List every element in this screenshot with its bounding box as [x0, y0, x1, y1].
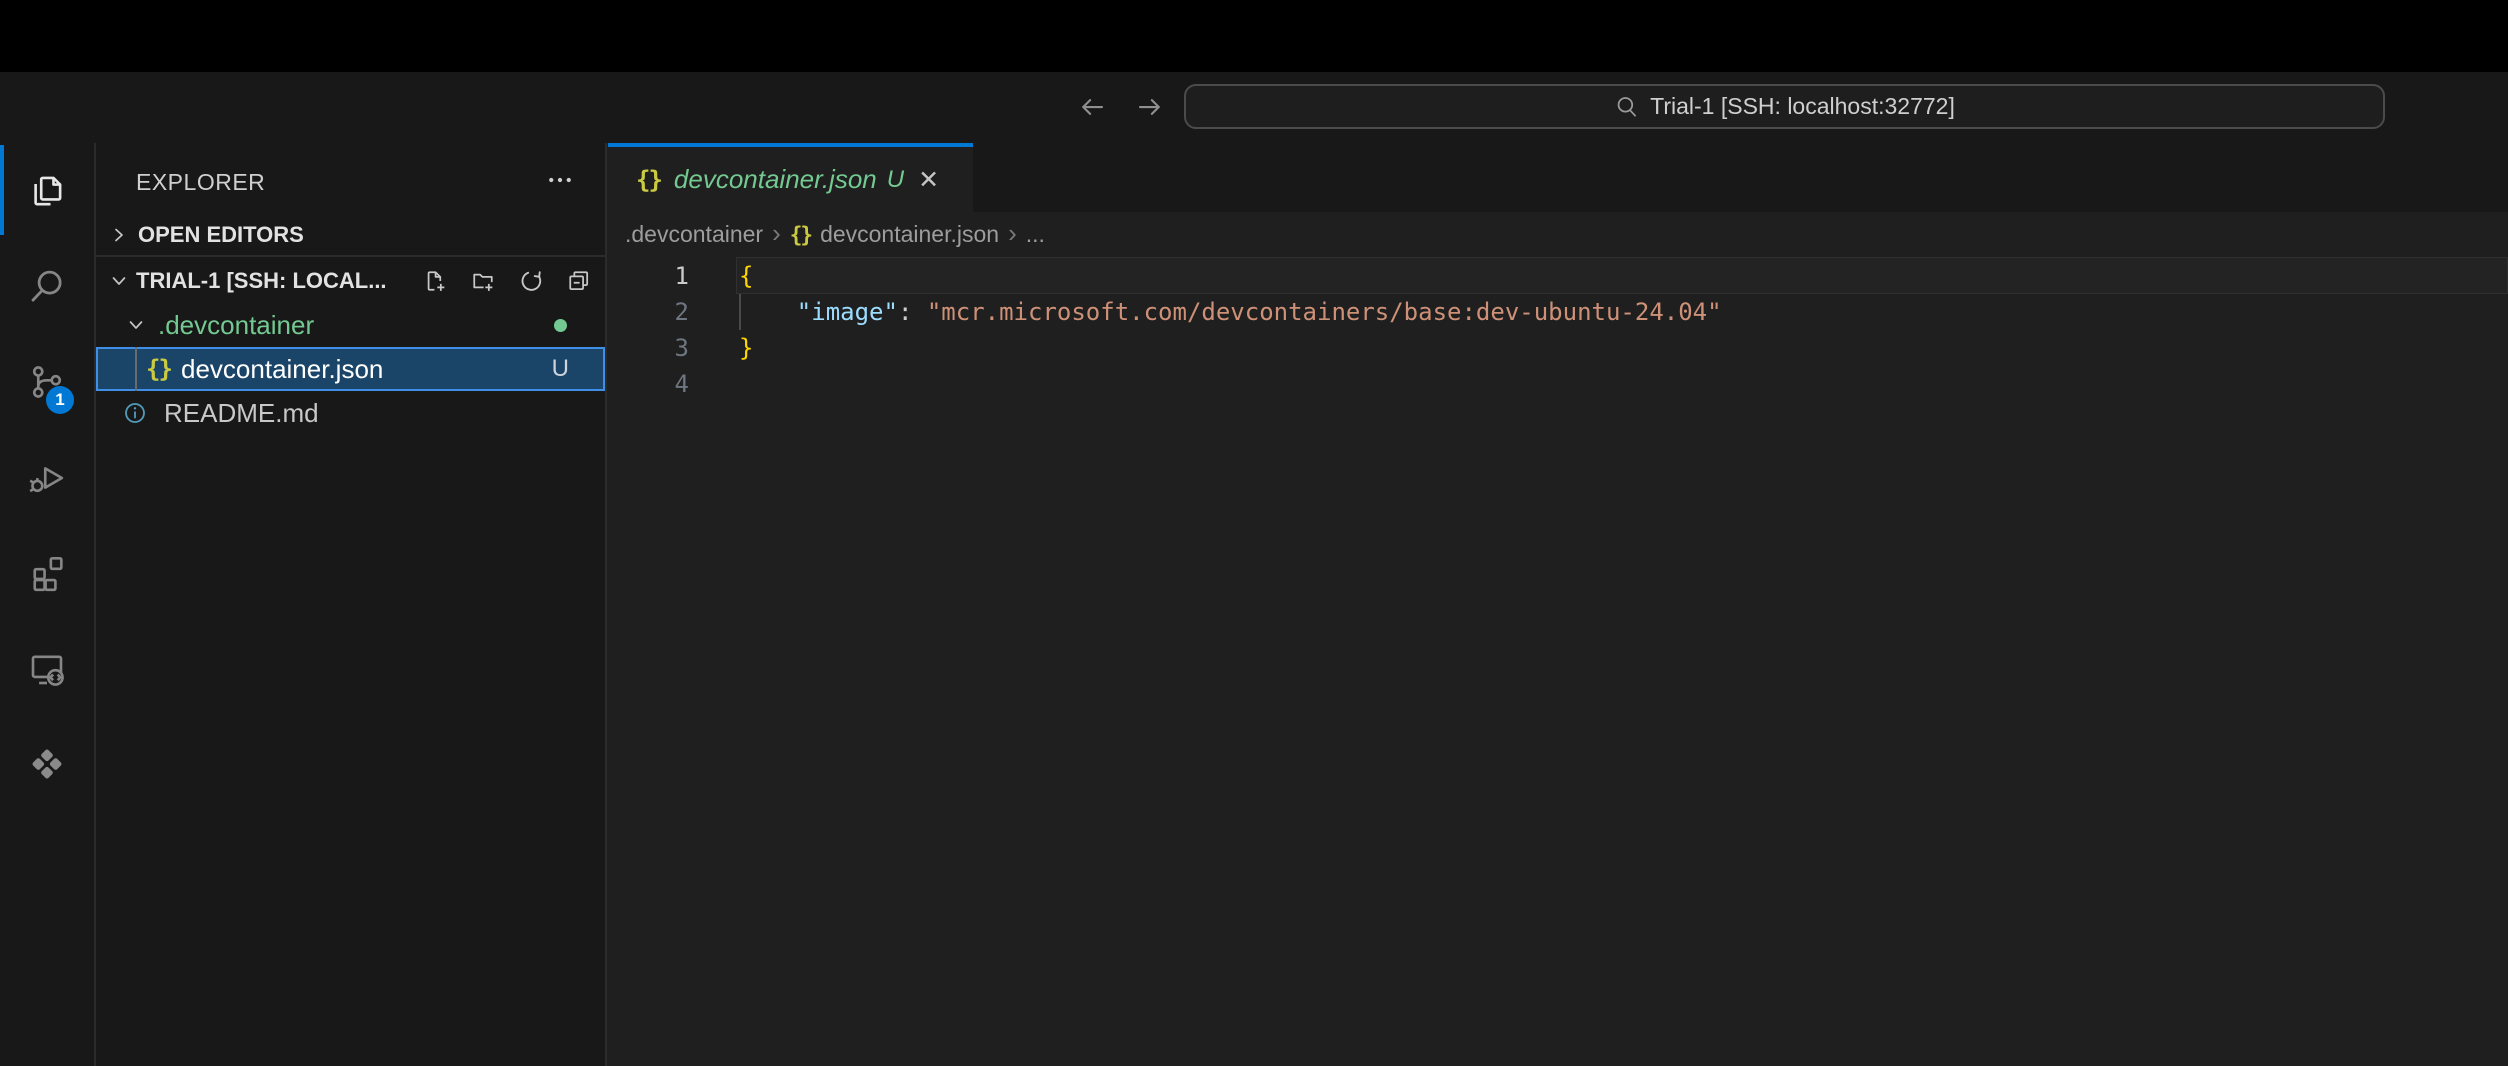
- git-modified-dot: [554, 319, 567, 332]
- chevron-separator: ›: [772, 220, 781, 250]
- file-name: README.md: [164, 398, 319, 429]
- tab-devcontainer-json[interactable]: {} devcontainer.json U ✕: [608, 143, 973, 212]
- folder-name: .devcontainer: [158, 310, 314, 341]
- line-number-4[interactable]: 4: [608, 366, 689, 402]
- json-file-icon: {}: [146, 355, 171, 383]
- explorer-actions: [421, 267, 593, 295]
- tab-bar: {} devcontainer.json U ✕: [608, 143, 2508, 212]
- source-control-icon[interactable]: [0, 336, 94, 428]
- top-black-strip: [0, 0, 2508, 72]
- navigate-back-icon[interactable]: [1077, 92, 1107, 122]
- code-line-1[interactable]: {: [739, 258, 753, 294]
- explorer-icon[interactable]: [0, 145, 94, 237]
- close-icon[interactable]: ✕: [918, 165, 939, 195]
- vscode-window: Trial-1 [SSH: localhost:32772] 1: [0, 0, 2508, 1066]
- chevron-down-icon: [109, 271, 129, 291]
- activity-bar: 1: [0, 143, 96, 1066]
- tree-indent-guide: [135, 347, 137, 391]
- tab-label: devcontainer.json: [674, 164, 877, 195]
- git-untracked-badge: U: [552, 355, 569, 383]
- sidebar-title: EXPLORER: [136, 169, 265, 196]
- collapse-all-icon[interactable]: [565, 267, 593, 295]
- open-editors-section[interactable]: OPEN EDITORS: [96, 215, 605, 257]
- extensions-icon[interactable]: [0, 527, 94, 619]
- tree-item-devcontainer-folder[interactable]: .devcontainer: [96, 303, 605, 347]
- json-file-icon: {}: [790, 223, 811, 247]
- sidebar-header: EXPLORER: [96, 143, 605, 215]
- title-bar: Trial-1 [SSH: localhost:32772]: [0, 72, 2508, 143]
- command-center[interactable]: Trial-1 [SSH: localhost:32772]: [1184, 84, 2385, 129]
- line-number-3[interactable]: 3: [608, 330, 689, 366]
- new-folder-icon[interactable]: [469, 267, 497, 295]
- tree-item-readme[interactable]: README.md: [96, 391, 605, 435]
- code-editor[interactable]: 1 2 3 4 { "image": "mcr.microsoft.com/de…: [608, 257, 2508, 1066]
- search-icon: [1614, 94, 1640, 120]
- info-file-icon: [122, 400, 148, 426]
- breadcrumb-file[interactable]: devcontainer.json: [820, 221, 999, 248]
- open-brace-token: {: [739, 262, 753, 290]
- search-view-icon[interactable]: [0, 241, 94, 333]
- current-line-highlight: [736, 257, 2508, 294]
- scm-changes-badge: 1: [46, 386, 74, 414]
- close-brace-token: }: [739, 334, 753, 362]
- tree-item-devcontainer-json-selected[interactable]: {} devcontainer.json U: [96, 347, 605, 391]
- explorer-sidebar: EXPLORER OPEN EDITORS TRIAL-1 [SSH: LOCA…: [96, 143, 607, 1066]
- code-line-2[interactable]: "image": "mcr.microsoft.com/devcontainer…: [739, 294, 1722, 330]
- chevron-down-icon: [126, 315, 146, 335]
- workspace-label: TRIAL-1 [SSH: LOCAL...: [136, 268, 387, 294]
- new-file-icon[interactable]: [421, 267, 449, 295]
- line-number-2[interactable]: 2: [608, 294, 689, 330]
- json-string-token: "mcr.microsoft.com/devcontainers/base:de…: [927, 298, 1722, 326]
- tab-git-untracked-badge: U: [887, 166, 904, 194]
- remote-explorer-icon[interactable]: [0, 623, 94, 715]
- containers-icon[interactable]: [0, 718, 94, 810]
- json-key-token: "image": [797, 298, 898, 326]
- editor-group: {} devcontainer.json U ✕ .devcontainer ›…: [608, 143, 2508, 1066]
- chevron-separator: ›: [1008, 220, 1017, 250]
- colon-token: :: [898, 298, 927, 326]
- breadcrumb-folder[interactable]: .devcontainer: [625, 221, 763, 248]
- json-file-icon: {}: [636, 166, 661, 194]
- code-line-3[interactable]: }: [739, 330, 753, 366]
- indent-token: [739, 298, 797, 326]
- window-title: Trial-1 [SSH: localhost:32772]: [1650, 93, 1955, 120]
- refresh-icon[interactable]: [517, 267, 545, 295]
- file-name: devcontainer.json: [181, 354, 383, 385]
- breadcrumb-symbol-tail[interactable]: ...: [1026, 221, 1045, 248]
- chevron-right-icon: [109, 225, 129, 245]
- line-number-1[interactable]: 1: [608, 258, 689, 294]
- more-actions-icon[interactable]: [543, 163, 577, 197]
- navigate-forward-icon[interactable]: [1135, 92, 1165, 122]
- breadcrumb: .devcontainer › {} devcontainer.json › .…: [608, 212, 2508, 257]
- run-and-debug-icon[interactable]: [0, 432, 94, 524]
- workspace-section[interactable]: TRIAL-1 [SSH: LOCAL...: [96, 258, 605, 303]
- open-editors-label: OPEN EDITORS: [138, 222, 304, 248]
